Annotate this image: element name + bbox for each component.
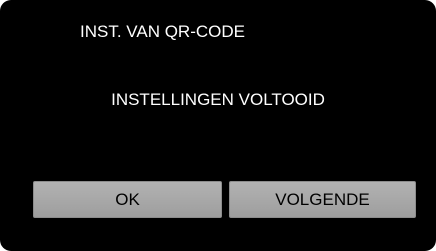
camera-lcd-screen: INST. VAN QR-CODE INSTELLINGEN VOLTOOID … [0, 0, 436, 251]
ok-button[interactable]: OK [33, 181, 222, 218]
next-button[interactable]: VOLGENDE [229, 181, 416, 218]
screen-title: INST. VAN QR-CODE [80, 22, 245, 41]
status-message: INSTELLINGEN VOLTOOID [111, 90, 325, 109]
